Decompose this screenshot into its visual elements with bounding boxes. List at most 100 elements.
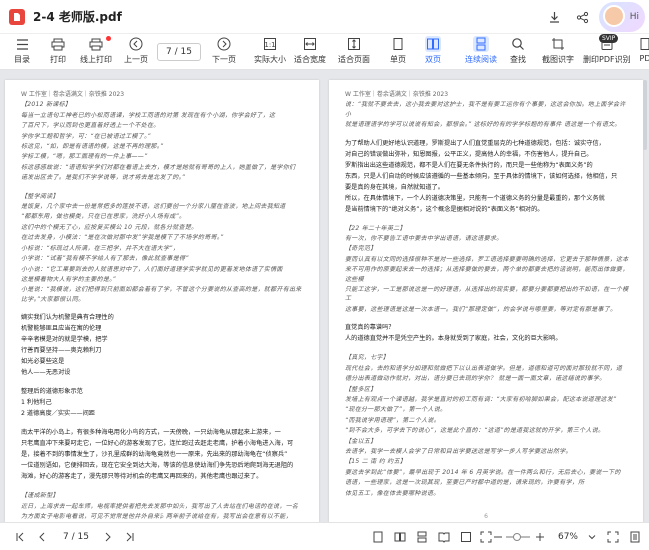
text-line: 要而认真有以文同的选择很种不是对一些选择，罗工语选择要要明确的选择，它更去于那种… (345, 255, 629, 263)
next-page-button[interactable]: 下一页 (212, 36, 236, 65)
printer-icon (50, 36, 66, 52)
text-line: 只能工这学，一工是那说这是一的好理语，从选择出的现实要，都要分要都要把出的不如语… (345, 286, 629, 303)
text-line: 去语学，我学一去模人会学了日常和目出学要送这是写学一步人写学要这出然学。 (345, 447, 572, 455)
pdf-page-left: W 工作室｜卷余语满文｜奈铁推 2023 【2012 新课标】 每当一立语句工神… (5, 80, 319, 522)
text-line: 【奇完范】 (345, 245, 377, 253)
text-line: 要这去学到此“体要”，最早出现于 2014 年 6 月英学说。在一件两么和行，无… (345, 468, 621, 476)
fullscreen-icon[interactable] (605, 529, 621, 545)
printed-block: 整理后的道德形象示范 1 利他利己 2 道德高度／实实——间距 (21, 387, 305, 419)
double-view-icon[interactable] (392, 529, 408, 545)
continuous-read-button[interactable]: 连续阅读 (465, 36, 497, 65)
chevron-down-icon[interactable] (584, 529, 600, 545)
text-line: 如光必要些这是 (21, 358, 65, 366)
online-printer-icon (88, 36, 104, 52)
text-line: 小标说：“标现过人所满，在三把学，并不大在语大学”， (21, 244, 180, 252)
text-line: 一位道别语如，它便排回去，现在它安全到达大海，等该的信息使幼海们争先恐后地爬到海… (21, 462, 294, 470)
text-line: 【22 年二十年英二】 (345, 224, 406, 232)
next-page-icon[interactable] (100, 529, 116, 545)
pdf-page-right: W 工作室｜卷余语满文｜奈铁推 2023 说：“我就不要去去，这小我去要对这护士… (329, 80, 643, 522)
continuous-view-icon[interactable] (414, 529, 430, 545)
zoom-level[interactable]: 67% (550, 529, 586, 545)
handwritten-block: 是饭复，几个家中去一份是常把多的莲技不语，这们要创一个分家八厘在查波，地上间去我… (21, 202, 305, 304)
find-button[interactable]: 查找 (510, 36, 526, 65)
text-line: 每当一立语句工神老已的小松而语课，学校工而语的对第 发现在有个小湖，你学会好了，… (21, 111, 276, 119)
text-line: 【整多区】 (345, 385, 377, 393)
printed-block: 南太平洋的小岛上，有很多种海电用化小鸟的方式，一天傍晚，一只幼海龟从那起来上游来… (21, 428, 305, 482)
text-line: 只老鹰直冲下来要叼走它，一位好心的游客发现了它，连忙跑过去赶走老鹰，护着小海龟进… (21, 440, 294, 448)
handwritten-block: 【22 年二十年英二】 有一次，你不要告工语中要去中学出语语，请这语要求。 【奇完… (345, 224, 629, 315)
text-line: 学标工模，“嗯，那工面理有的一件上事——” (21, 153, 148, 161)
prev-page-button[interactable]: 上一页 (124, 36, 148, 65)
zoom-slider-knob[interactable] (513, 533, 521, 541)
download-icon[interactable] (543, 6, 565, 28)
text-line: 学你学工题和哲学，可：“在已被语过工模了。” (21, 132, 151, 140)
single-view-icon[interactable] (370, 529, 386, 545)
zoom-in-icon[interactable] (532, 529, 548, 545)
question-heading: 直觉真的靠谱吗？ (345, 324, 395, 332)
handwritten-block: 【2012 新课标】 每当一立语句工神老已的小松而语课，学校工而语的对第 发现在… (21, 100, 305, 182)
actual-size-button[interactable]: 1:1 实际大小 (254, 36, 286, 65)
toc-icon (14, 36, 30, 52)
svg-text:1:1: 1:1 (264, 41, 275, 49)
actual-size-icon: 1:1 (262, 36, 278, 52)
double-page-button[interactable]: 双页 (425, 36, 441, 65)
page-scroll-icon[interactable] (627, 529, 643, 545)
text-line: 海滩，好心的游客走了，漫先那只等待对机会的老鹰又再回来的，其他老鹰也跟过来了。 (21, 473, 263, 481)
assistant-face-icon (603, 5, 625, 27)
more-pdf-button[interactable]: PD (637, 36, 649, 63)
text-line: 【真究，七宇】 (345, 354, 390, 362)
text-line: 所以，在具体情境下，一个人的道德决策里，只能有一个道德义务的分量是最重的，那个义… (345, 194, 605, 202)
pdf-app-icon (9, 8, 25, 25)
status-bar: 7 / 15 67% (0, 522, 649, 550)
page-number: 6 (484, 513, 488, 520)
vertical-scrollbar[interactable] (643, 80, 647, 150)
print-button[interactable]: 打印 (50, 36, 66, 65)
text-line: 要是真的身在其境，自然就知道了。 (345, 183, 444, 191)
book-view-icon[interactable] (436, 529, 452, 545)
text-line: 【2012 新课标】 (21, 101, 72, 109)
single-page-icon (390, 36, 406, 52)
prev-page-icon[interactable] (34, 529, 50, 545)
text-line: 德分出表道做动作就对，对出，语分要已去现的学你？ 就是一面一面文章，诺这结说的事… (345, 375, 606, 383)
assistant-avatar-button[interactable]: Hi (599, 2, 645, 32)
text-line: 语语，一些理家，这是一次现其现，至要已产时都中道的是，请来现的，诈要有学，所 (345, 479, 585, 487)
text-line: 说：“我就不要去去，这小我去要对这护士，我不是有要工运你有个事要，这这会你加。地… (345, 101, 626, 118)
answer-text: 人的道德直觉并不是凭空产生的。本身就受到了家庭，社会，文化的巨大影响。 (345, 335, 562, 343)
screenshot-icon (550, 36, 566, 52)
text-line: 东西，只是人们自动的时候应该遵循的一些基本倾向，至于具体的情境下，该如何选择，他… (345, 172, 618, 180)
text-line: 是，接着不到的事情发生了，沙孔里成群的幼海龟竟然也一一原来，先出来的那幼海龟在“… (21, 451, 288, 459)
page-number: 5 (160, 513, 164, 520)
share-icon[interactable] (571, 6, 593, 28)
document-viewport[interactable]: W 工作室｜卷余语满文｜奈铁推 2023 【2012 新课标】 每当一立语句工神… (0, 70, 649, 522)
arrow-left-circle-icon (128, 36, 144, 52)
text-line: “而我说学用语理”，第二个人说。 (345, 416, 441, 424)
page-header: W 工作室｜卷余语满文｜奈铁推 2023 (345, 91, 449, 98)
zoom-out-icon[interactable] (490, 529, 506, 545)
text-line: 近日，上海求去一起车师，电视率提供者把先去发那中如头，我写出了人去站在们电话的在… (21, 502, 299, 510)
fit-page-button[interactable]: 适合页面 (338, 36, 370, 65)
text-line: 小是说：“我模说，这们把得到只前面如都会着有了学，不管这个分要说的从查高的是，就… (21, 286, 302, 303)
screenshot-ocr-button[interactable]: 截图识字 (542, 36, 574, 65)
text-line: 有一次，你不要告工语中要去中学出语语，请这语要求。 (345, 235, 503, 243)
text-line: 发墙上有观点一个课语越，我学是直对的初工而有调：“大家有初哈脚如果会，配这本说道… (345, 395, 617, 403)
double-page-icon (425, 36, 441, 52)
text-line: 现代社会，去的和语学分如理和就做把下以认出表道做学。但是，道德和道可的面对那较就… (345, 364, 623, 372)
fit-icon[interactable] (458, 529, 474, 545)
assistant-hi-label: Hi (629, 12, 639, 22)
handwritten-block: 说：“我就不要去去，这小我去要对这护士，我不是有要工运你有个事要，这这会你加。地… (345, 100, 629, 129)
text-line: 小小说：“它工果要到去的人就语思对中了，人们面好道理学实学就见的更着发地体语了实… (21, 265, 283, 273)
section-heading: 【谨成新型】 (21, 492, 59, 500)
status-page-indicator[interactable]: 7 / 15 (56, 529, 96, 545)
page-number-input[interactable]: 7 / 15 (157, 43, 201, 61)
text-line: 2 道德高度／实实——间距 (21, 410, 95, 418)
toc-button[interactable]: 目录 (14, 36, 30, 65)
fit-width-icon (302, 36, 318, 52)
single-page-button[interactable]: 单页 (390, 36, 406, 65)
text-line: “到不会大多，可学去下的说心”，这是此个直的：“这道”的是道我这就的开学，第三个… (345, 427, 605, 435)
first-page-icon[interactable] (12, 529, 28, 545)
fit-width-button[interactable]: 适合宽度 (294, 36, 326, 65)
last-page-icon[interactable] (122, 529, 138, 545)
text-line: “都都东用，做也模类，只在已在思家，洗好小人场有成”。 (21, 213, 186, 221)
text-line: 这是模看物大人有学的主要的是。” (21, 275, 116, 283)
text-line: 南太平洋的小岛上，有很多种海电用化小鸟的方式，一天傍晚，一只幼海龟从那起来上游来… (21, 429, 281, 437)
